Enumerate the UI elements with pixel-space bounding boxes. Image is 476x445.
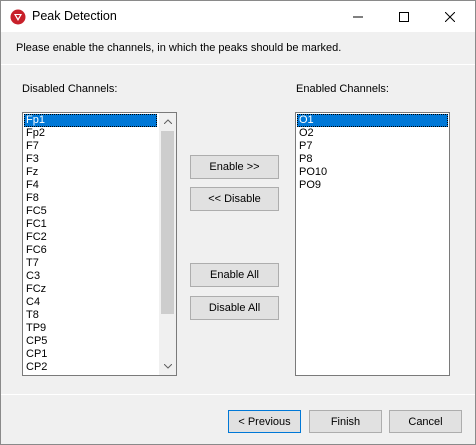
header-divider (1, 64, 475, 65)
disabled-item[interactable]: Fp2 (24, 127, 157, 140)
disabled-item[interactable]: F8 (24, 192, 157, 205)
enable-all-button[interactable]: Enable All (190, 263, 279, 287)
scroll-up-button[interactable] (159, 113, 176, 130)
maximize-button[interactable] (381, 1, 427, 32)
close-icon (445, 11, 455, 22)
scroll-thumb[interactable] (161, 131, 174, 314)
disabled-item[interactable]: F3 (24, 153, 157, 166)
disabled-item[interactable]: CP1 (24, 348, 157, 361)
maximize-icon (399, 11, 409, 22)
disable-button[interactable]: << Disable (190, 187, 279, 211)
minimize-icon (353, 16, 363, 17)
previous-button[interactable]: < Previous (228, 410, 301, 433)
peak-detection-dialog: Peak Detection Please enable the channel… (0, 0, 476, 445)
disabled-item[interactable]: FC2 (24, 231, 157, 244)
enabled-channels-label: Enabled Channels: (296, 83, 389, 95)
instruction-text: Please enable the channels, in which the… (16, 42, 342, 54)
disabled-item[interactable]: F7 (24, 140, 157, 153)
minimize-button[interactable] (335, 1, 381, 32)
enabled-item[interactable]: O2 (297, 127, 448, 140)
enabled-item[interactable]: PO10 (297, 166, 448, 179)
enabled-item[interactable]: O1 (297, 114, 448, 127)
scroll-down-button[interactable] (159, 358, 176, 375)
disabled-item[interactable]: CP2 (24, 361, 157, 374)
disabled-item[interactable]: FC5 (24, 205, 157, 218)
disabled-item[interactable]: C4 (24, 296, 157, 309)
enabled-channels-list[interactable]: O1 O2 P7 P8 PO10 PO9 (295, 112, 450, 376)
disabled-item[interactable]: F4 (24, 179, 157, 192)
footer-divider (1, 394, 475, 395)
chevron-up-icon (163, 119, 172, 124)
close-button[interactable] (427, 1, 473, 32)
disabled-item[interactable]: T8 (24, 309, 157, 322)
disabled-channels-list[interactable]: Fp1 Fp2 F7 F3 Fz F4 F8 FC5 FC1 FC2 FC6 T7 C3 FCz C4 T8 T… (22, 112, 177, 376)
disabled-item[interactable]: FC1 (24, 218, 157, 231)
enabled-item[interactable]: P8 (297, 153, 448, 166)
disabled-channels-label: Disabled Channels: (22, 83, 118, 95)
disabled-item[interactable]: FCz (24, 283, 157, 296)
enabled-item[interactable]: P7 (297, 140, 448, 153)
disabled-item[interactable]: Fz (24, 166, 157, 179)
title-bar[interactable]: Peak Detection (1, 1, 475, 32)
disabled-item[interactable]: CP5 (24, 335, 157, 348)
enable-button[interactable]: Enable >> (190, 155, 279, 179)
window-title: Peak Detection (32, 9, 117, 23)
cancel-button[interactable]: Cancel (389, 410, 462, 433)
disabled-item[interactable]: Fp1 (24, 114, 157, 127)
app-logo-icon (10, 9, 26, 25)
enabled-item[interactable]: PO9 (297, 179, 448, 192)
disabled-item[interactable]: T7 (24, 257, 157, 270)
chevron-down-icon (163, 364, 172, 369)
disabled-item[interactable]: FC6 (24, 244, 157, 257)
disable-all-button[interactable]: Disable All (190, 296, 279, 320)
finish-button[interactable]: Finish (309, 410, 382, 433)
disabled-item[interactable]: C3 (24, 270, 157, 283)
disabled-item[interactable]: TP9 (24, 322, 157, 335)
disabled-list-scrollbar[interactable] (159, 113, 176, 375)
